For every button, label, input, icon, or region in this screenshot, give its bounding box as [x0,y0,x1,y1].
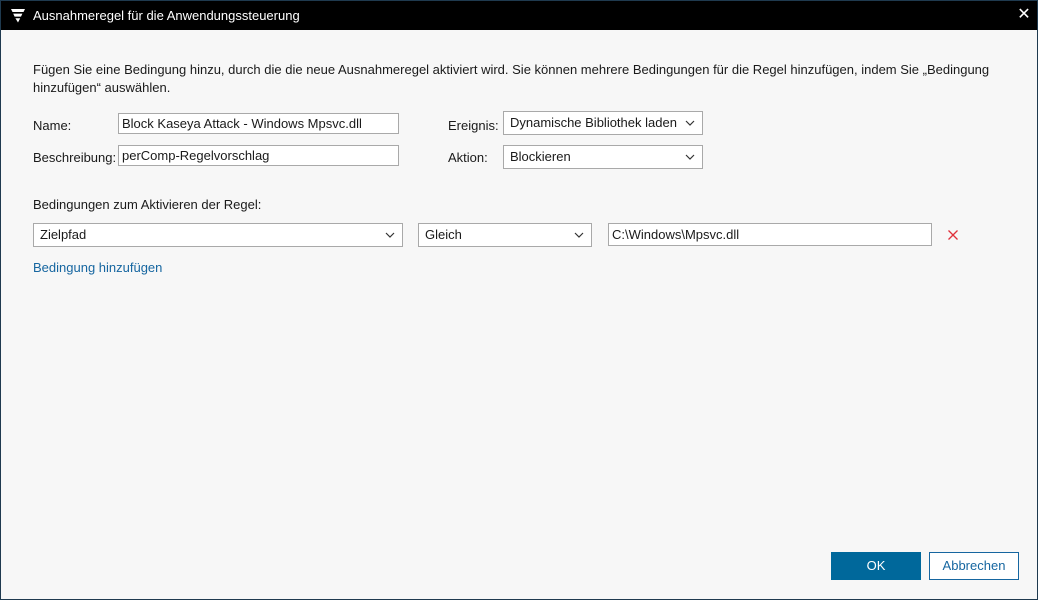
ok-button[interactable]: OK [831,552,921,580]
add-condition-link[interactable]: Bedingung hinzufügen [33,260,162,275]
chevron-down-icon [685,120,695,126]
chevron-down-icon [685,154,695,160]
action-label: Aktion: [448,150,488,165]
window-title: Ausnahmeregel für die Anwendungssteuerun… [33,8,300,23]
description-field[interactable]: perComp-Regelvorschlag [118,145,399,166]
condition-value-field[interactable]: C:\Windows\Mpsvc.dll [608,223,932,246]
intro-text: Fügen Sie eine Bedingung hinzu, durch di… [33,62,990,95]
chevron-down-icon [574,232,584,238]
event-label: Ereignis: [448,118,499,133]
condition-field-dropdown[interactable]: Zielpfad [33,223,403,247]
condition-field-value: Zielpfad [40,227,87,242]
event-dropdown[interactable]: Dynamische Bibliothek laden [503,111,703,135]
action-dropdown[interactable]: Blockieren [503,145,703,169]
event-dropdown-value: Dynamische Bibliothek laden [510,115,677,130]
name-label: Name: [33,118,72,133]
title-bar[interactable]: Ausnahmeregel für die Anwendungssteuerun… [1,1,1037,30]
name-field[interactable]: Block Kaseya Attack - Windows Mpsvc.dll [118,113,399,134]
condition-operator-value: Gleich [425,227,462,242]
remove-condition-icon[interactable] [946,228,960,242]
f-secure-logo-icon [11,9,25,23]
close-icon[interactable]: ✕ [1014,5,1034,25]
condition-operator-dropdown[interactable]: Gleich [418,223,592,247]
cancel-button[interactable]: Abbrechen [929,552,1019,580]
dialog-window: Ausnahmeregel für die Anwendungssteuerun… [0,0,1038,600]
action-dropdown-value: Blockieren [510,149,571,164]
conditions-heading: Bedingungen zum Aktivieren der Regel: [33,197,262,212]
chevron-down-icon [385,232,395,238]
description-label: Beschreibung: [33,150,117,165]
